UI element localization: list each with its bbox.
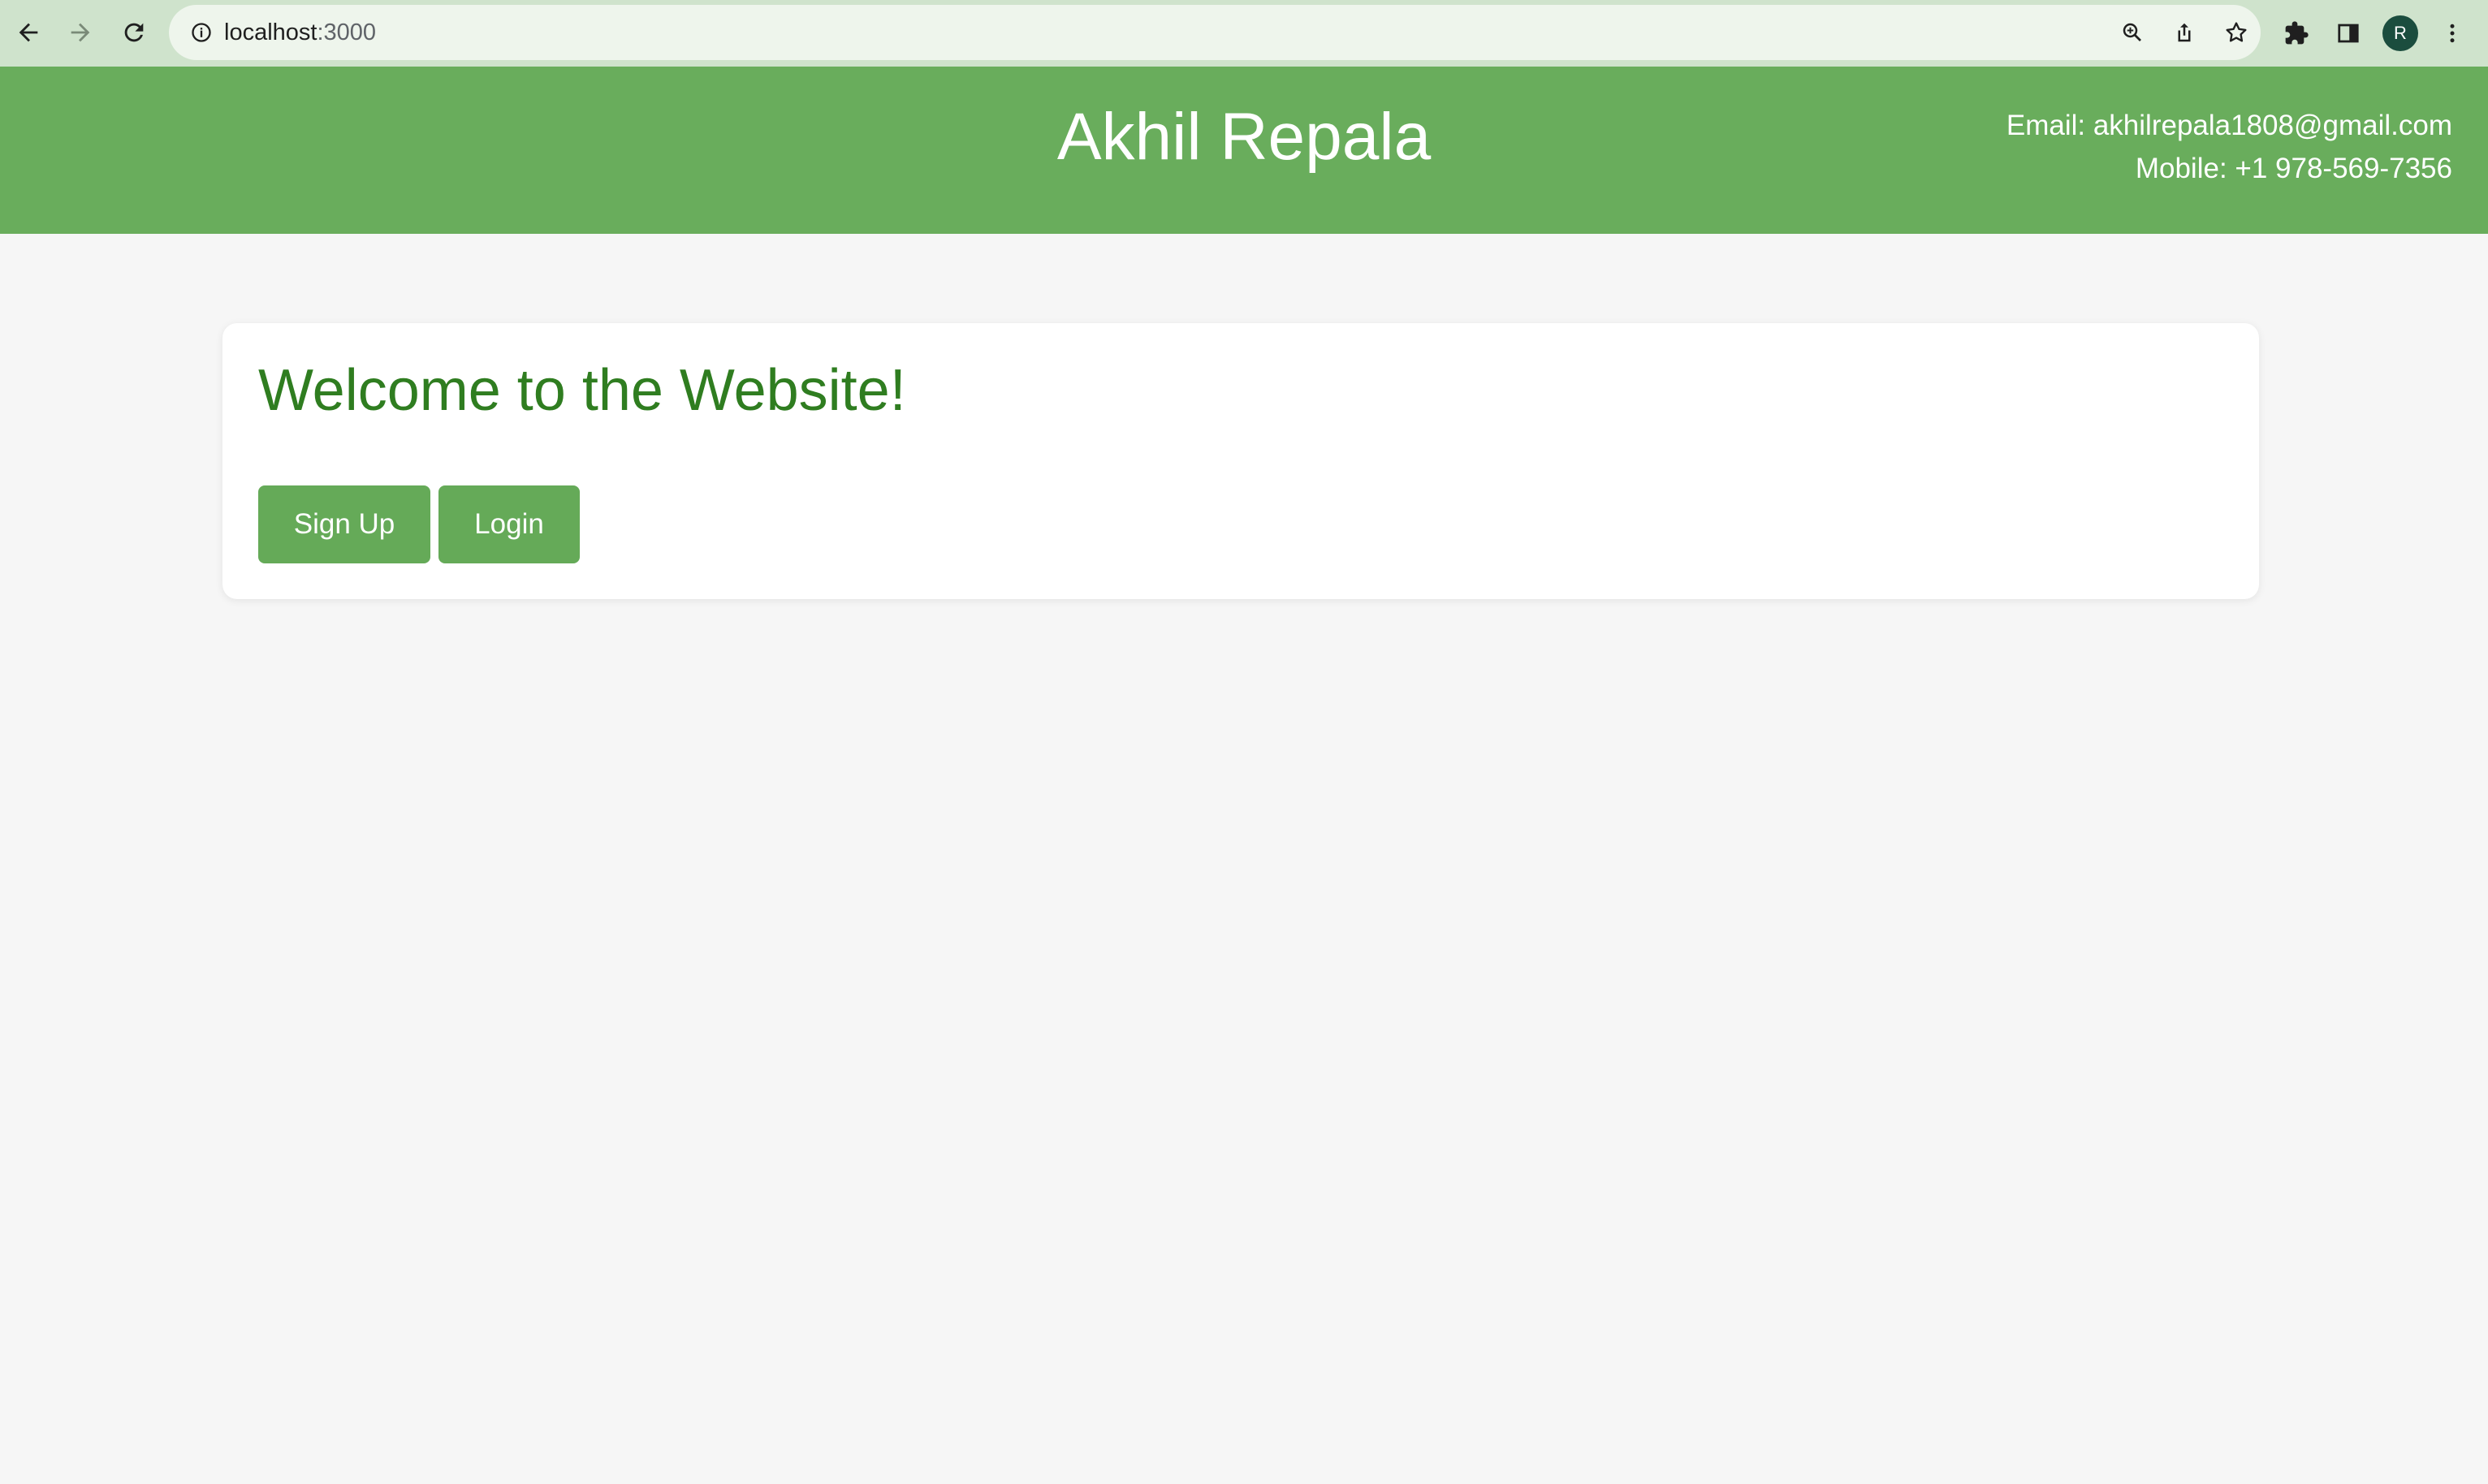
contact-email: Email: akhilrepala1808@gmail.com	[2006, 110, 2452, 141]
url-text[interactable]: localhost:3000	[224, 5, 376, 60]
reload-icon[interactable]	[112, 11, 156, 54]
back-arrow-icon[interactable]	[6, 11, 50, 54]
contact-mobile: Mobile: +1 978-569-7356	[2135, 153, 2452, 184]
login-button[interactable]: Login	[438, 485, 580, 563]
welcome-card: Welcome to the Website! Sign Up Login	[222, 323, 2259, 599]
contact-info: Email: akhilrepala1808@gmail.com Mobile:…	[2006, 104, 2452, 190]
side-panel-icon[interactable]	[2329, 14, 2368, 53]
site-header: Akhil Repala Email: akhilrepala1808@gmai…	[0, 67, 2488, 234]
browser-toolbar: localhost:3000 R	[0, 0, 2488, 67]
site-info-icon[interactable]	[185, 16, 218, 49]
welcome-heading: Welcome to the Website!	[258, 358, 906, 423]
address-bar[interactable]: localhost:3000	[169, 5, 2261, 60]
url-port: :3000	[317, 19, 377, 45]
url-host: localhost	[224, 19, 317, 45]
sign-up-button[interactable]: Sign Up	[258, 485, 430, 563]
extensions-puzzle-icon[interactable]	[2277, 14, 2316, 53]
more-vert-icon[interactable]	[2433, 14, 2472, 53]
profile-avatar[interactable]: R	[2382, 15, 2418, 51]
zoom-icon[interactable]	[2114, 15, 2150, 50]
share-icon[interactable]	[2166, 15, 2202, 50]
bookmark-star-icon[interactable]	[2218, 15, 2254, 50]
forward-arrow-icon[interactable]	[58, 11, 102, 54]
